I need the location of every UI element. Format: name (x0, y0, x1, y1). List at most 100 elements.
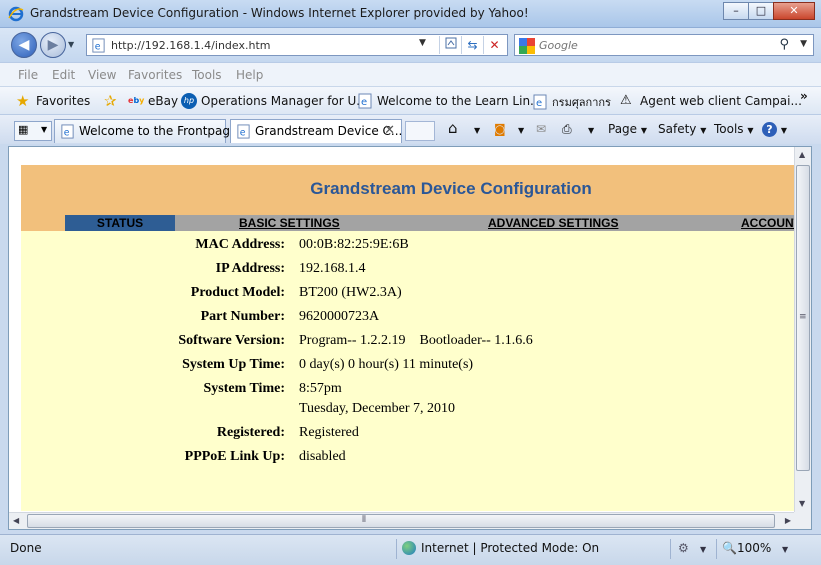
quick-tabs-icon: ▦ (18, 123, 29, 136)
add-favorite-button[interactable]: ✰ (104, 93, 124, 109)
tools-menu-dropdown-icon: ▼ (747, 126, 754, 135)
status-label: Registered: (216, 425, 285, 440)
scroll-up-icon[interactable]: ▲ (799, 150, 805, 159)
tab-welcome-frontpage-label: Welcome to the Frontpage (79, 124, 238, 138)
horizontal-scrollbar[interactable]: ◀ ⦀ ▶ (9, 512, 795, 529)
compatibility-view-icon[interactable] (439, 36, 461, 54)
status-value-date: Tuesday, December 7, 2010 (299, 401, 456, 416)
feeds-icon[interactable]: ◙ (494, 122, 506, 136)
close-tab-icon[interactable]: ✕ (384, 123, 395, 138)
favorites-label: Favorites (36, 94, 91, 108)
svg-text:e: e (361, 97, 367, 108)
favorites-button[interactable]: ★ Favorites (16, 93, 90, 109)
address-dropdown-icon[interactable]: ▼ (419, 38, 426, 48)
horizontal-scroll-thumb[interactable]: ⦀ (27, 514, 775, 528)
zoom-level-label: 100% (736, 541, 772, 555)
fav-link-operations-manager[interactable]: hp Operations Manager for U... (181, 93, 368, 109)
page-menu-dropdown-icon: ▼ (640, 126, 648, 135)
status-value: disabled (299, 449, 346, 464)
status-divider (716, 539, 717, 559)
tab-bar: ▦ ▼ e Welcome to the Frontpage e Grandst… (0, 114, 821, 144)
home-icon[interactable]: ⌂ (448, 119, 458, 137)
status-value: BT200 (HW2.3A) (299, 285, 402, 300)
status-label: System Time: (203, 381, 285, 396)
zoom-level-button[interactable]: 🔍100% (722, 541, 771, 555)
fav-link-customs-label: กรมศุลกากร (552, 96, 611, 109)
back-button[interactable]: ◀ (11, 32, 37, 58)
grip-icon: ≡ (799, 312, 807, 322)
scroll-down-icon[interactable]: ▼ (799, 499, 805, 508)
tab-welcome-frontpage[interactable]: e Welcome to the Frontpage (54, 119, 237, 143)
security-zone[interactable]: Internet | Protected Mode: On (402, 541, 599, 555)
new-tab-button[interactable] (405, 121, 435, 141)
fav-link-agent-web-client[interactable]: ⚠ Agent web client Campai... (620, 93, 802, 109)
help-menu-button[interactable]: ? ▼ (762, 122, 787, 137)
tab-list-dropdown-icon[interactable]: ▼ (41, 125, 47, 134)
help-icon: ? (762, 122, 777, 137)
menu-file[interactable]: File (18, 68, 38, 82)
scroll-right-icon[interactable]: ▶ (785, 516, 791, 525)
svg-text:e: e (95, 41, 101, 52)
protected-mode-dropdown-icon[interactable]: ▼ (700, 545, 706, 554)
fav-link-learn-link[interactable]: e Welcome to the Learn Lin... (357, 93, 542, 109)
tools-menu-label: Tools (714, 122, 744, 136)
nav-account[interactable]: ACCOUNT (741, 215, 795, 231)
menu-view[interactable]: View (88, 68, 116, 82)
protected-mode-icon[interactable]: ⚙ (678, 541, 689, 555)
search-options-dropdown-icon[interactable]: ▼ (800, 39, 807, 49)
print-icon[interactable]: ⎙ (562, 122, 572, 137)
safety-menu-dropdown-icon: ▼ (700, 126, 707, 135)
menu-help[interactable]: Help (236, 68, 263, 82)
zoom-icon: 🔍 (722, 541, 737, 555)
window-title: Grandstream Device Configuration - Windo… (30, 6, 529, 20)
page-title: Grandstream Device Configuration (310, 179, 592, 198)
ie-page-icon: e (237, 124, 250, 139)
print-dropdown-icon[interactable]: ▼ (588, 126, 594, 135)
page-menu-button[interactable]: Page ▼ (608, 122, 647, 136)
forward-button[interactable]: ▶ (40, 32, 66, 58)
tools-menu-button[interactable]: Tools ▼ (714, 122, 754, 136)
status-value: 8:57pm (299, 381, 342, 396)
address-toolbar: ◀ ▶ ▼ e ▼ ⇆ ✕ ⚲ ▼ (0, 28, 821, 62)
nav-basic-settings[interactable]: BASIC SETTINGS (239, 215, 340, 231)
vertical-scrollbar[interactable]: ▲ ≡ ▼ (794, 147, 811, 513)
nav-advanced-settings[interactable]: ADVANCED SETTINGS (488, 215, 618, 231)
search-input[interactable] (539, 37, 759, 53)
zoom-dropdown-icon[interactable]: ▼ (782, 545, 788, 554)
search-icon[interactable]: ⚲ (779, 37, 789, 52)
home-dropdown-icon[interactable]: ▼ (474, 126, 480, 135)
safety-menu-button[interactable]: Safety ▼ (658, 122, 706, 136)
tab-grandstream-label: Grandstream Device C... (255, 124, 403, 138)
history-dropdown-icon[interactable]: ▼ (68, 40, 74, 49)
menu-tools[interactable]: Tools (192, 68, 222, 82)
device-config-page: Grandstream Device Configuration STATUS … (21, 165, 795, 511)
quick-tabs-button[interactable]: ▦ ▼ (14, 121, 52, 141)
favorites-overflow-button[interactable]: » (800, 89, 808, 103)
maximize-button[interactable]: □ (748, 2, 774, 20)
fav-link-ebay[interactable]: eby eBay (128, 93, 178, 109)
status-value: 0 day(s) 0 hour(s) 11 minute(s) (299, 357, 474, 372)
browser-viewport: Grandstream Device Configuration STATUS … (8, 146, 812, 530)
address-input[interactable] (111, 37, 411, 53)
minimize-button[interactable]: – (723, 2, 749, 20)
status-label: IP Address: (215, 261, 285, 276)
feeds-dropdown-icon[interactable]: ▼ (518, 126, 524, 135)
tab-grandstream[interactable]: e Grandstream Device C... ✕ (230, 119, 402, 143)
menu-edit[interactable]: Edit (52, 68, 75, 82)
status-label: Product Model: (190, 285, 285, 300)
vertical-scroll-thumb[interactable]: ≡ (796, 165, 810, 471)
menu-favorites[interactable]: Favorites (128, 68, 182, 82)
stop-icon[interactable]: ✕ (483, 36, 505, 54)
fav-link-operations-manager-label: Operations Manager for U... (201, 94, 368, 108)
read-mail-icon[interactable]: ✉ (536, 122, 546, 136)
config-nav: STATUS BASIC SETTINGS ADVANCED SETTINGS … (21, 213, 795, 231)
refresh-icon[interactable]: ⇆ (461, 36, 483, 54)
status-row-mac: MAC Address: 00:0B:82:25:9E:6B (21, 237, 795, 257)
fav-link-customs[interactable]: e กรมศุลกากร (532, 93, 611, 111)
status-value: 9620000723A (299, 309, 380, 324)
status-value: Program-- 1.2.2.19 Bootloader-- 1.1.6.6 (299, 333, 533, 348)
nav-status[interactable]: STATUS (65, 215, 175, 231)
close-button[interactable]: ✕ (773, 2, 815, 20)
scroll-left-icon[interactable]: ◀ (13, 516, 19, 525)
svg-text:e: e (64, 127, 70, 138)
